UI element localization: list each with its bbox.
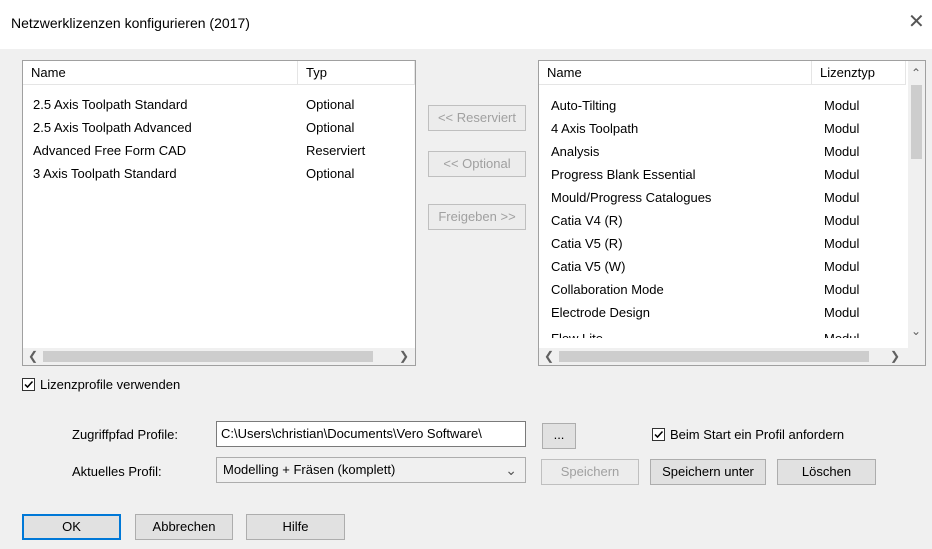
item-type: Optional — [306, 120, 355, 135]
item-name: Catia V5 (W) — [551, 259, 626, 274]
item-type: Modul — [824, 259, 860, 274]
save-button[interactable]: Speichern — [541, 459, 639, 485]
reserve-button[interactable]: << Reserviert — [428, 105, 526, 131]
item-type: Optional — [306, 166, 355, 181]
list-item[interactable]: Electrode Design Modul — [539, 301, 907, 324]
horizontal-scrollbar[interactable]: ❮ ❯ — [23, 348, 415, 365]
scrollbar-thumb[interactable] — [43, 351, 373, 362]
item-type: Modul — [824, 167, 860, 182]
item-name: Catia V4 (R) — [551, 213, 623, 228]
list-item[interactable]: Mould/Progress Catalogues Modul — [539, 186, 907, 209]
column-header-name[interactable]: Name — [23, 61, 298, 85]
use-profiles-checkbox[interactable] — [22, 378, 35, 391]
vertical-scrollbar[interactable]: ⌃ ⌄ — [908, 61, 925, 348]
release-button[interactable]: Freigeben >> — [428, 204, 526, 230]
cancel-button[interactable]: Abbrechen — [135, 514, 233, 540]
checkmark-icon — [24, 380, 34, 389]
item-name: Collaboration Mode — [551, 282, 664, 297]
item-type: Modul — [824, 282, 860, 297]
item-type: Modul — [824, 98, 860, 113]
reserved-licenses-list[interactable]: Name Typ 2.5 Axis Toolpath Standard Opti… — [22, 60, 416, 366]
list-item[interactable]: Auto-Tilting Modul — [539, 94, 907, 117]
current-profile-value: Modelling + Fräsen (komplett) — [223, 462, 396, 477]
item-type: Modul — [824, 236, 860, 251]
ok-button[interactable]: OK — [22, 514, 121, 540]
horizontal-scrollbar[interactable]: ❮ ❯ — [539, 348, 908, 365]
delete-button[interactable]: Löschen — [777, 459, 876, 485]
column-header-lizenztyp[interactable]: Lizenztyp — [812, 61, 906, 85]
item-name: 4 Axis Toolpath — [551, 121, 639, 136]
item-type: Modul — [824, 190, 860, 205]
list-item[interactable]: Catia V4 (R) Modul — [539, 209, 907, 232]
item-name: Flow Lite — [551, 327, 603, 338]
scroll-right-icon[interactable]: ❯ — [890, 348, 900, 365]
list-item[interactable]: Collaboration Mode Modul — [539, 278, 907, 301]
scrollbar-thumb[interactable] — [911, 85, 922, 159]
request-on-start-label[interactable]: Beim Start ein Profil anfordern — [670, 427, 844, 442]
scroll-down-icon[interactable]: ⌄ — [911, 323, 921, 340]
profile-path-label: Zugriffpfad Profile: — [72, 427, 178, 442]
checkmark-icon — [654, 430, 664, 439]
available-licenses-list[interactable]: Name Lizenztyp Auto-Tilting Modul 4 Axis… — [538, 60, 926, 366]
item-name: 2.5 Axis Toolpath Standard — [33, 97, 188, 112]
current-profile-select[interactable]: Modelling + Fräsen (komplett) ⌄ — [216, 457, 526, 483]
item-type: Modul — [824, 144, 860, 159]
profile-path-input[interactable]: C:\Users\christian\Documents\Vero Softwa… — [216, 421, 526, 447]
scroll-left-icon[interactable]: ❮ — [28, 348, 38, 365]
help-button[interactable]: Hilfe — [246, 514, 345, 540]
use-profiles-label[interactable]: Lizenzprofile verwenden — [40, 377, 180, 392]
save-as-button[interactable]: Speichern unter — [650, 459, 766, 485]
dialog-body: Name Typ 2.5 Axis Toolpath Standard Opti… — [0, 49, 932, 549]
close-icon[interactable]: ✕ — [908, 12, 925, 32]
item-name: Auto-Tilting — [551, 98, 617, 113]
item-name: Advanced Free Form CAD — [33, 143, 187, 158]
title-bar: Netzwerklizenzen konfigurieren (2017) ✕ — [0, 0, 932, 49]
item-type: Modul — [824, 327, 859, 338]
chevron-down-icon[interactable]: ⌄ — [505, 458, 517, 482]
item-name: Catia V5 (R) — [551, 236, 623, 251]
item-name: Electrode Design — [551, 305, 650, 320]
item-name: 3 Axis Toolpath Standard — [33, 166, 177, 181]
item-type: Reserviert — [306, 143, 366, 158]
request-on-start-checkbox[interactable] — [652, 428, 665, 441]
list-item[interactable]: Catia V5 (W) Modul — [539, 255, 907, 278]
list-item[interactable]: Advanced Free Form CAD Reserviert — [23, 139, 415, 162]
list-item[interactable]: 4 Axis Toolpath Modul — [539, 117, 907, 140]
item-name: 2.5 Axis Toolpath Advanced — [33, 120, 192, 135]
item-type: Modul — [824, 121, 860, 136]
list-item[interactable]: 2.5 Axis Toolpath Standard Optional — [23, 93, 415, 116]
item-type: Modul — [824, 213, 860, 228]
item-name: Progress Blank Essential — [551, 167, 696, 182]
scrollbar-thumb[interactable] — [559, 351, 869, 362]
list-item[interactable]: Progress Blank Essential Modul — [539, 163, 907, 186]
column-header-name[interactable]: Name — [539, 61, 812, 85]
window-title: Netzwerklizenzen konfigurieren (2017) — [11, 15, 250, 31]
item-name: Mould/Progress Catalogues — [551, 190, 712, 205]
item-type: Modul — [824, 305, 860, 320]
list-item[interactable]: 2.5 Axis Toolpath Advanced Optional — [23, 116, 415, 139]
optional-button[interactable]: << Optional — [428, 151, 526, 177]
item-name: Analysis — [551, 144, 600, 159]
list-item[interactable]: Catia V5 (R) Modul — [539, 232, 907, 255]
list-item[interactable]: Analysis Modul — [539, 140, 907, 163]
item-type: Optional — [306, 97, 355, 112]
current-profile-label: Aktuelles Profil: — [72, 464, 162, 479]
browse-button[interactable]: ... — [542, 423, 576, 449]
list-item[interactable]: 3 Axis Toolpath Standard Optional — [23, 162, 415, 185]
scroll-up-icon[interactable]: ⌃ — [911, 65, 921, 82]
scroll-left-icon[interactable]: ❮ — [544, 348, 554, 365]
scroll-right-icon[interactable]: ❯ — [399, 348, 409, 365]
scrollbar-corner — [908, 348, 925, 365]
column-header-typ[interactable]: Typ — [298, 61, 415, 85]
list-item[interactable]: Flow Lite Modul — [539, 324, 907, 338]
